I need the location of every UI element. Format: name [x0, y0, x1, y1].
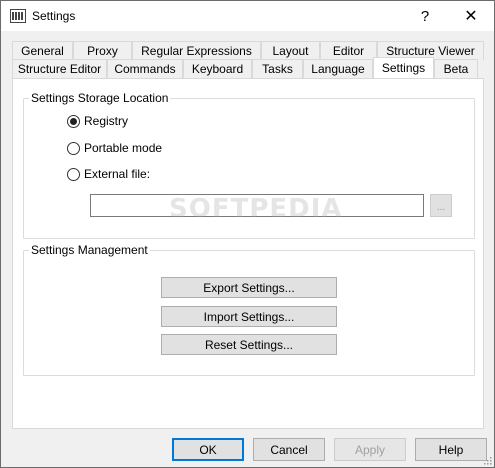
title-bar: Settings ? ✕: [1, 1, 494, 31]
apply-button: Apply: [334, 438, 406, 461]
external-file-radio[interactable]: [67, 167, 80, 181]
tab-language[interactable]: Language: [303, 59, 373, 78]
tab-structure-editor[interactable]: Structure Editor: [12, 59, 107, 78]
tab-tasks[interactable]: Tasks: [252, 59, 303, 78]
tab-keyboard[interactable]: Keyboard: [183, 59, 252, 78]
reset-settings-button[interactable]: Reset Settings...: [161, 334, 337, 355]
window-title: Settings: [32, 9, 76, 23]
portable-mode-radio[interactable]: [67, 141, 80, 155]
settings-management-title: Settings Management: [29, 243, 150, 257]
external-file-option[interactable]: External file:: [67, 167, 150, 181]
registry-radio[interactable]: [67, 114, 80, 128]
tab-settings[interactable]: Settings: [373, 57, 434, 78]
storage-location-group: Settings Storage Location Registry Porta…: [23, 91, 475, 239]
tab-commands[interactable]: Commands: [107, 59, 183, 78]
tab-beta[interactable]: Beta: [434, 59, 478, 78]
app-icon: [10, 9, 26, 23]
registry-label: Registry: [84, 114, 129, 128]
tab-general[interactable]: General: [12, 41, 73, 60]
help-button[interactable]: Help: [415, 438, 487, 461]
browse-button[interactable]: ...: [430, 194, 452, 217]
external-file-label: External file:: [84, 167, 151, 181]
settings-tab-panel: Settings Storage Location Registry Porta…: [12, 78, 484, 429]
portable-mode-label: Portable mode: [84, 141, 163, 155]
cancel-button[interactable]: Cancel: [253, 438, 325, 461]
tab-regular-expressions[interactable]: Regular Expressions: [132, 41, 261, 60]
resize-grip-icon[interactable]: [482, 455, 492, 465]
settings-management-group: Settings Management Export Settings... I…: [23, 243, 475, 376]
export-settings-button[interactable]: Export Settings...: [161, 277, 337, 298]
close-icon: ✕: [464, 8, 478, 25]
close-button[interactable]: ✕: [448, 1, 494, 31]
tab-proxy[interactable]: Proxy: [73, 41, 132, 60]
tab-layout[interactable]: Layout: [261, 41, 320, 60]
portable-mode-option[interactable]: Portable mode: [67, 141, 162, 155]
import-settings-button[interactable]: Import Settings...: [161, 306, 337, 327]
settings-dialog: Settings ? ✕ General Proxy Regular Expre…: [0, 0, 495, 468]
help-title-button[interactable]: ?: [402, 1, 448, 31]
tab-editor[interactable]: Editor: [320, 41, 377, 60]
registry-option[interactable]: Registry: [67, 114, 128, 128]
ok-button[interactable]: OK: [172, 438, 244, 461]
external-file-path-field[interactable]: [90, 194, 424, 217]
storage-location-title: Settings Storage Location: [29, 91, 171, 105]
